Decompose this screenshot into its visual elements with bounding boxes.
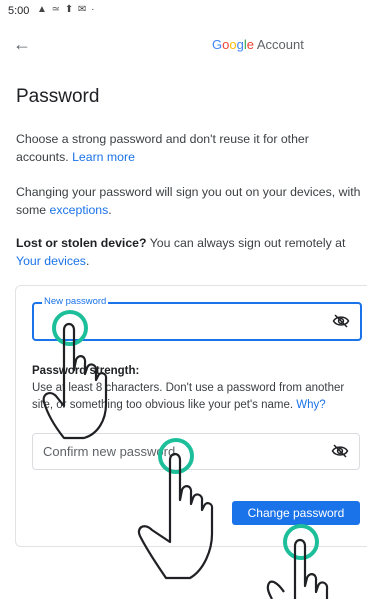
status-time: 5:00: [8, 5, 30, 17]
hand-icon: [266, 538, 329, 599]
intro-text: Choose a strong password and don't reuse…: [16, 132, 309, 164]
visibility-off-icon[interactable]: [332, 313, 350, 329]
lost-device-heading: Lost or stolen device?: [16, 236, 147, 250]
status-bar: 5:00 ▲ ≃ ⬆ ✉ ·: [0, 0, 367, 24]
app-bar: ← Google Account: [0, 26, 367, 66]
confirm-password-placeholder: Confirm new password: [43, 444, 176, 459]
lost-device-text: You can always sign out remotely at: [146, 236, 346, 250]
status-icons: ▲ ≃ ⬆ ✉ ·: [37, 4, 96, 15]
change-password-button[interactable]: Change password: [232, 501, 360, 525]
learn-more-link[interactable]: Learn more: [72, 150, 135, 164]
strength-title: Password strength:: [32, 365, 140, 377]
visibility-off-icon[interactable]: [331, 443, 349, 459]
arrow-back-icon[interactable]: ←: [13, 35, 31, 53]
brand-account-text: Account: [256, 37, 304, 52]
exceptions-link[interactable]: exceptions: [50, 203, 109, 217]
page-title: Password: [16, 86, 100, 107]
signout-paragraph: Changing your password will sign you out…: [16, 183, 361, 219]
signout-end: .: [108, 203, 112, 217]
new-password-field[interactable]: New password: [32, 296, 362, 341]
why-link[interactable]: Why?: [296, 399, 325, 411]
your-devices-link[interactable]: Your devices: [16, 254, 86, 268]
google-account-logo: Google Account: [212, 37, 304, 52]
confirm-password-field[interactable]: Confirm new password: [32, 433, 360, 470]
new-password-label: New password: [42, 296, 109, 307]
lost-device-end: .: [85, 254, 90, 268]
intro-paragraph: Choose a strong password and don't reuse…: [16, 130, 361, 166]
password-strength-hint: Password strength: Use at least 8 charac…: [32, 363, 362, 414]
google-logo: Google: [212, 37, 254, 52]
lost-device-paragraph: Lost or stolen device? You can always si…: [16, 234, 361, 270]
